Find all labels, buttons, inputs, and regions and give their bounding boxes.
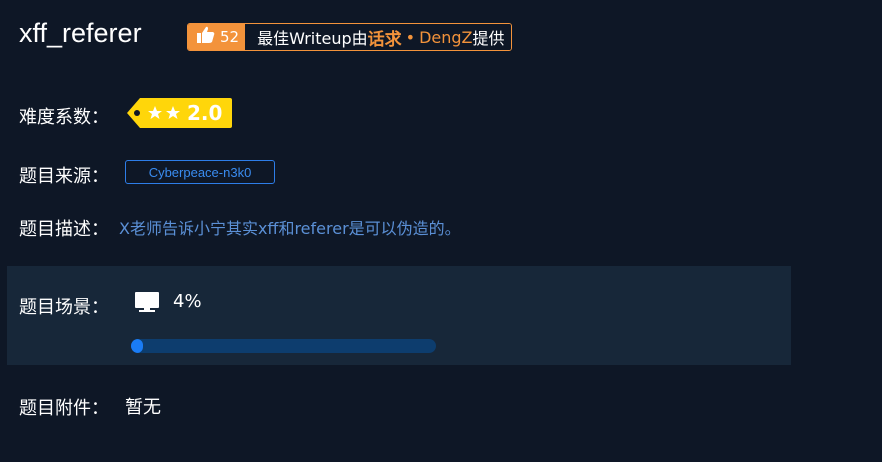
description-label: 题目描述： [19, 219, 109, 240]
monitor-icon[interactable] [135, 291, 159, 313]
source-label: 题目来源： [19, 166, 109, 187]
difficulty-tag: 2.0 [126, 97, 233, 129]
like-counter[interactable]: 52 [188, 24, 246, 50]
attachment-label: 题目附件： [19, 398, 109, 419]
writeup-separator: • [405, 27, 416, 47]
writeup-author[interactable]: 话求 [368, 25, 402, 50]
challenge-title: xff_referer [19, 18, 142, 48]
difficulty-label: 难度系数： [19, 107, 109, 128]
scene-progress-bar [131, 339, 436, 353]
scene-progress-text: 4% [173, 291, 202, 312]
writeup-contributor[interactable]: DengZ [419, 28, 472, 47]
writeup-badge[interactable]: 52 最佳Writeup由 话求 • DengZ 提供 [187, 23, 512, 51]
writeup-prefix: 最佳Writeup由 [257, 29, 368, 48]
description-text: X老师告诉小宁其实xff和referer是可以伪造的。 [119, 219, 461, 238]
like-count: 52 [220, 28, 240, 46]
thumbs-up-icon [196, 25, 216, 49]
difficulty-value: 2.0 [187, 101, 222, 125]
writeup-credit[interactable]: 最佳Writeup由 话求 • DengZ 提供 [245, 24, 511, 50]
attachment-value: 暂无 [125, 397, 161, 418]
writeup-suffix: 提供 [472, 29, 505, 48]
source-tag[interactable]: Cyberpeace-n3k0 [125, 160, 275, 184]
scene-progress-fill [131, 339, 144, 353]
scene-label: 题目场景： [19, 297, 109, 318]
